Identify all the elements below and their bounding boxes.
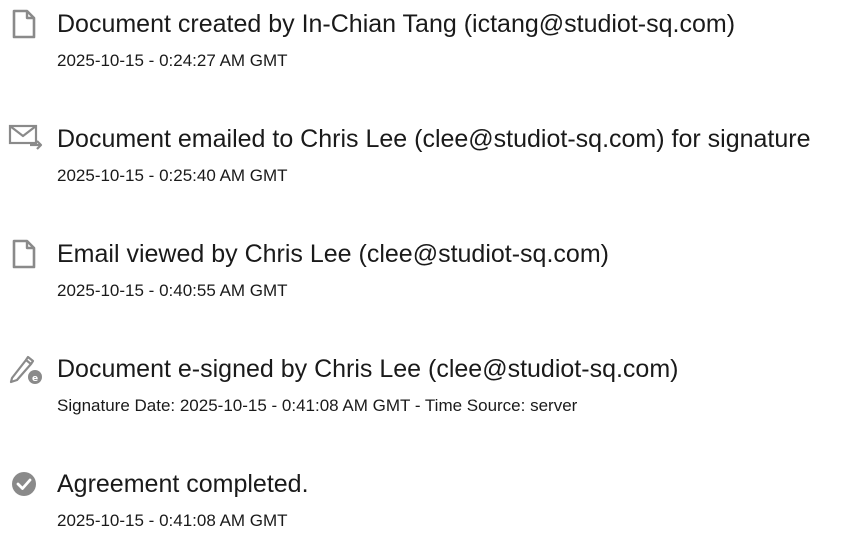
event-signature-date: Signature Date: 2025-10-15 - 0:41:08 AM … [57, 396, 578, 415]
event-timestamp: 2025-10-15 - 0:25:40 AM GMT [57, 166, 288, 185]
event-document-created: Document created by In-Chian Tang (ictan… [0, 7, 865, 87]
document-icon [8, 237, 44, 271]
email-sent-icon [8, 122, 44, 156]
svg-text:e: e [32, 374, 38, 384]
document-icon [8, 7, 44, 41]
event-timestamp: 2025-10-15 - 0:41:08 AM GMT [57, 511, 288, 530]
event-agreement-completed: Agreement completed. 2025-10-15 - 0:41:0… [0, 467, 865, 547]
event-title: Document created by In-Chian Tang (ictan… [57, 10, 736, 38]
event-title: Agreement completed. [57, 470, 309, 498]
event-timestamp: 2025-10-15 - 0:24:27 AM GMT [57, 51, 288, 70]
event-email-viewed: Email viewed by Chris Lee (clee@studiot-… [0, 237, 865, 317]
event-document-emailed: Document emailed to Chris Lee (clee@stud… [0, 122, 865, 202]
event-title: Document emailed to Chris Lee (clee@stud… [57, 125, 811, 153]
event-timestamp: 2025-10-15 - 0:40:55 AM GMT [57, 281, 288, 300]
event-title: Email viewed by Chris Lee (clee@studiot-… [57, 240, 609, 268]
pen-sign-icon: e [8, 352, 44, 386]
event-document-esigned: e Document e-signed by Chris Lee (clee@s… [0, 352, 865, 432]
event-title: Document e-signed by Chris Lee (clee@stu… [57, 355, 679, 383]
check-circle-icon [8, 467, 44, 501]
